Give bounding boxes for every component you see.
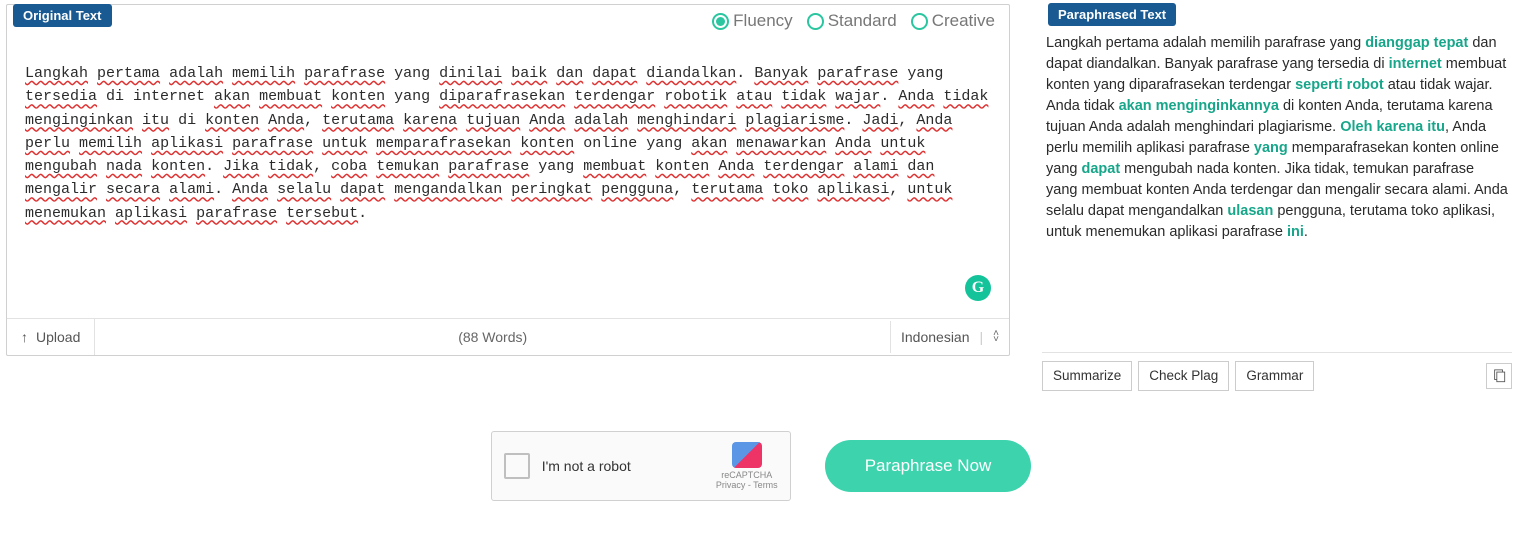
paraphrased-text-badge: Paraphrased Text xyxy=(1048,3,1176,26)
mode-standard-label: Standard xyxy=(828,11,897,31)
check-plag-button[interactable]: Check Plag xyxy=(1138,361,1229,391)
paraphrased-text-output[interactable]: Langkah pertama adalah memilih parafrase… xyxy=(1042,33,1512,353)
radio-icon xyxy=(807,13,824,30)
paraphrased-text-panel: Paraphrased Text Langkah pertama adalah … xyxy=(1042,4,1512,391)
grammar-button[interactable]: Grammar xyxy=(1235,361,1314,391)
mode-creative[interactable]: Creative xyxy=(911,11,995,31)
summarize-button[interactable]: Summarize xyxy=(1042,361,1132,391)
copy-icon xyxy=(1492,369,1506,383)
radio-selected-icon xyxy=(712,13,729,30)
radio-icon xyxy=(911,13,928,30)
language-label: Indonesian xyxy=(901,329,970,345)
original-bottom-bar: ↑ Upload (88 Words) Indonesian | ˄˅ xyxy=(7,318,1009,355)
original-text-panel: Original Text Fluency Standard Creative … xyxy=(6,4,1010,356)
submit-row: I'm not a robot reCAPTCHA Privacy - Term… xyxy=(6,431,1516,501)
mode-fluency[interactable]: Fluency xyxy=(712,11,793,31)
output-actions: Summarize Check Plag Grammar xyxy=(1042,353,1512,391)
upload-button[interactable]: ↑ Upload xyxy=(7,319,95,355)
recaptcha-branding: reCAPTCHA Privacy - Terms xyxy=(716,442,778,490)
word-count: (88 Words) xyxy=(95,329,890,345)
recaptcha-logo-icon xyxy=(732,442,762,468)
original-text-badge: Original Text xyxy=(13,4,112,27)
mode-selector: Fluency Standard Creative xyxy=(712,11,995,31)
language-selector[interactable]: Indonesian | ˄˅ xyxy=(890,321,1009,353)
mode-fluency-label: Fluency xyxy=(733,11,793,31)
mode-creative-label: Creative xyxy=(932,11,995,31)
chevron-updown-icon: ˄˅ xyxy=(993,331,999,343)
upload-label: Upload xyxy=(36,329,80,345)
grammarly-icon[interactable]: G xyxy=(965,275,991,301)
recaptcha-widget[interactable]: I'm not a robot reCAPTCHA Privacy - Term… xyxy=(491,431,791,501)
paraphrase-now-button[interactable]: Paraphrase Now xyxy=(825,440,1032,492)
upload-icon: ↑ xyxy=(21,329,28,345)
recaptcha-label: I'm not a robot xyxy=(542,458,704,474)
mode-standard[interactable]: Standard xyxy=(807,11,897,31)
copy-button[interactable] xyxy=(1486,363,1512,389)
original-text-input[interactable]: Langkah pertama adalah memilih parafrase… xyxy=(7,28,1009,318)
recaptcha-checkbox[interactable] xyxy=(504,453,530,479)
